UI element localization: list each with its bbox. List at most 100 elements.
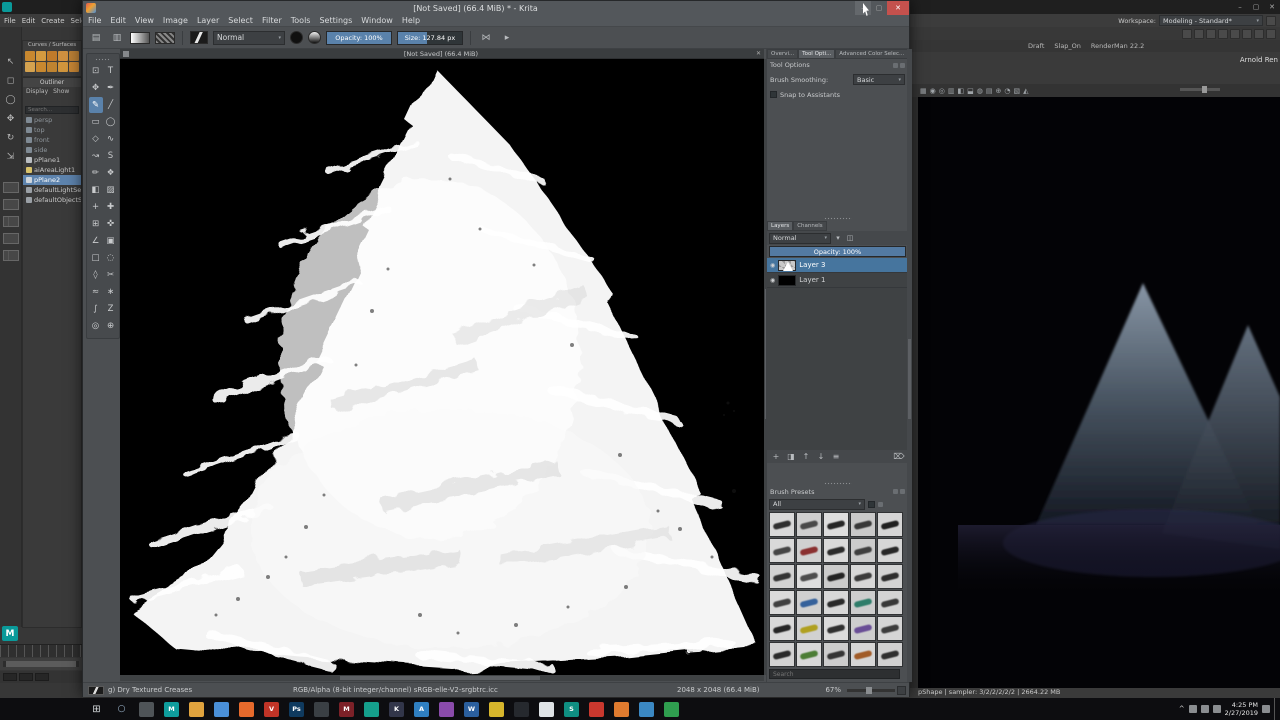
docker-tab[interactable]: Overvi...	[767, 49, 799, 59]
toolbar-icon[interactable]	[1254, 28, 1264, 39]
smart-patch-tool[interactable]: ✚	[104, 199, 118, 215]
viewport-toolbar-icon[interactable]: ◭	[1023, 87, 1028, 95]
volume-icon[interactable]	[1212, 705, 1221, 713]
start-button[interactable]: ⊞	[92, 704, 100, 715]
zoom-tool[interactable]: ◎	[89, 318, 103, 334]
layer-row[interactable]: ◉ Layer 3	[767, 258, 908, 273]
scale-tool-icon[interactable]: ⇲	[3, 150, 19, 164]
toolbox-grip[interactable]	[95, 58, 111, 61]
outliner-search-input[interactable]	[25, 106, 79, 114]
taskbar-app-icon[interactable]	[609, 698, 634, 720]
taskbar-app-icon[interactable]: S	[559, 698, 584, 720]
toolbar-icon[interactable]	[1242, 28, 1252, 39]
menu-item[interactable]: Layer	[197, 16, 219, 25]
freehand-select-tool[interactable]: ✂	[104, 267, 118, 283]
brush-preset[interactable]	[877, 538, 903, 563]
menu-item[interactable]: Image	[163, 16, 188, 25]
layout-preset-icon[interactable]	[2, 250, 19, 261]
brush-preset[interactable]	[769, 642, 795, 667]
toolbar-icon[interactable]	[1266, 28, 1276, 39]
move-layer-up-button[interactable]: ↑	[800, 451, 812, 462]
magnetic-select-tool[interactable]: Z	[104, 301, 118, 317]
menu-item[interactable]: View	[135, 16, 154, 25]
viewport-exposure-slider[interactable]	[1180, 86, 1220, 93]
gradient-color-swatch[interactable]	[308, 31, 321, 44]
taskbar-app-icon[interactable]: A	[409, 698, 434, 720]
menu-item[interactable]: Filter	[262, 16, 282, 25]
brush-tag-filter-select[interactable]: All	[769, 498, 865, 510]
show-desktop-button[interactable]	[1274, 698, 1278, 720]
menu-item[interactable]: Window	[361, 16, 393, 25]
taskbar-app-icon[interactable]: M	[334, 698, 359, 720]
snap-to-assistants-checkbox[interactable]	[770, 91, 777, 98]
menu-item[interactable]: File	[88, 16, 101, 25]
brush-preset[interactable]	[850, 590, 876, 615]
start-frame-field[interactable]	[3, 673, 17, 681]
brush-preset[interactable]	[823, 538, 849, 563]
outliner-item[interactable]: side	[23, 145, 81, 155]
current-frame-field[interactable]	[35, 673, 49, 681]
menu-item[interactable]: Select	[228, 16, 253, 25]
freehand-path-tool[interactable]: S	[104, 148, 118, 164]
mirror-icon[interactable]: ⋈	[478, 30, 494, 46]
shelf-tool-icon[interactable]	[25, 62, 35, 72]
close-tab-icon[interactable]: ✕	[753, 50, 764, 57]
brush-preset[interactable]	[850, 512, 876, 537]
text-tool[interactable]: T	[104, 63, 118, 79]
taskbar-app-icon[interactable]	[234, 698, 259, 720]
viewport-toolbar-icon[interactable]: ▤	[986, 87, 993, 95]
viewport-toolbar-icon[interactable]: ◉	[930, 87, 936, 95]
brush-preset[interactable]	[769, 538, 795, 563]
brush-preset[interactable]	[877, 616, 903, 641]
layer-opacity-slider[interactable]: Opacity: 100%	[769, 246, 906, 257]
shelf-tool-icon[interactable]	[36, 51, 46, 61]
assistants-tool[interactable]: ✜	[104, 216, 118, 232]
rotate-tool-icon[interactable]: ↻	[3, 131, 19, 145]
calligraphy-tool[interactable]: ✒	[104, 80, 118, 96]
outliner-item[interactable]: pPlane2	[23, 175, 81, 185]
brush-preset[interactable]	[823, 616, 849, 641]
viewport-toolbar-icon[interactable]: ◧	[957, 87, 964, 95]
pattern-swatch[interactable]	[155, 31, 175, 44]
brush-preset[interactable]	[877, 512, 903, 537]
layer-filter-icon[interactable]: ▾	[833, 233, 843, 243]
shelf-tab[interactable]: Curves / Surfaces	[23, 41, 81, 50]
brush-preset[interactable]	[823, 642, 849, 667]
reference-images-tool[interactable]: ▣	[104, 233, 118, 249]
canvas-horizontal-scrollbar[interactable]	[120, 675, 764, 681]
similar-select-tool[interactable]: ∗	[104, 284, 118, 300]
range-slider[interactable]	[0, 658, 82, 670]
taskbar-app-icon[interactable]	[584, 698, 609, 720]
brush-preset[interactable]	[850, 538, 876, 563]
layout-preset-icon[interactable]	[2, 233, 19, 244]
layer-lock-icon[interactable]: ◫	[845, 233, 855, 243]
wrap-around-icon[interactable]: ▸	[499, 30, 515, 46]
brush-preset[interactable]	[877, 642, 903, 667]
maya-menu-item[interactable]: Select	[71, 17, 82, 25]
maya-menu-item[interactable]: File	[4, 17, 16, 25]
layer-properties-button[interactable]: ≡	[830, 451, 842, 462]
outliner-menu-display[interactable]: Display	[26, 88, 48, 95]
shelf-tool-icon[interactable]	[47, 51, 57, 61]
taskbar-app-icon[interactable]	[359, 698, 384, 720]
move-tool[interactable]: ✥	[89, 80, 103, 96]
freehand-brush-tool[interactable]: ✎	[88, 97, 103, 113]
outliner-item[interactable]: persp	[23, 115, 81, 125]
rect-select-tool[interactable]: □	[89, 250, 103, 266]
outliner-item[interactable]: defaultLightSet	[23, 185, 81, 195]
workspace-select[interactable]: Modeling - Standard*	[1159, 15, 1263, 26]
ellipse-select-tool[interactable]: ◌	[104, 250, 118, 266]
multibrush-tool[interactable]: ❖	[104, 165, 118, 181]
taskbar-app-icon[interactable]	[484, 698, 509, 720]
move-layer-down-button[interactable]: ↓	[815, 451, 827, 462]
brush-preset-thumbnail[interactable]	[190, 31, 208, 44]
minimize-icon[interactable]: –	[1232, 0, 1248, 14]
shelf-tool-icon[interactable]	[25, 51, 35, 61]
taskbar-app-icon[interactable]	[309, 698, 334, 720]
lasso-select-tool-icon[interactable]: ◻	[3, 74, 19, 88]
viewport-toolbar-icon[interactable]: ▦	[920, 87, 927, 95]
current-brush-thumbnail[interactable]	[88, 686, 104, 695]
toolbar-icon[interactable]	[1206, 28, 1216, 39]
channels-tab[interactable]: Channels	[793, 221, 827, 231]
add-layer-button[interactable]: +	[770, 451, 782, 462]
